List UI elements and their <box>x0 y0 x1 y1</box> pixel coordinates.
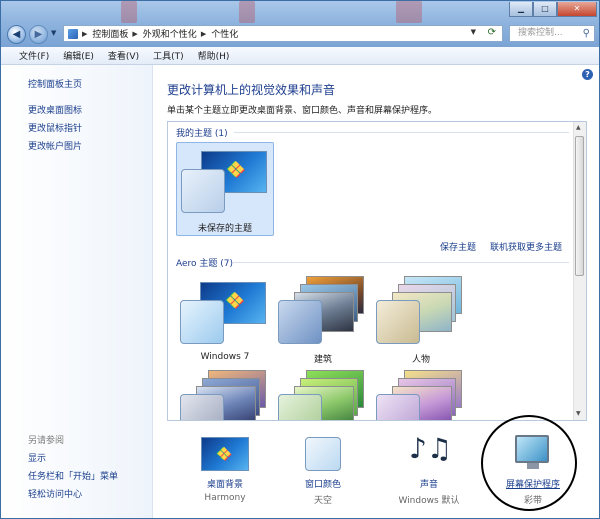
theme-color-swatch <box>278 300 322 344</box>
search-icon[interactable]: ⚲ <box>583 26 590 41</box>
sidebar-link-taskbar[interactable]: 任务栏和「开始」菜单 <box>28 469 118 482</box>
theme-characters[interactable]: 人物 <box>372 274 470 368</box>
theme-nature[interactable] <box>274 368 372 420</box>
theme-color-swatch <box>376 394 420 420</box>
control-panel-icon <box>68 28 78 39</box>
recent-pages-dropdown-icon[interactable]: ▼ <box>51 29 56 37</box>
aero-themes-heading[interactable]: Aero 主题 (7) <box>176 256 233 269</box>
control-panel-window: ◀ ▶ ▼ ▶ 控制面板 ▶ 外观和个性化 ▶ 个性化 ▼ ⟳ 搜索控制... … <box>0 0 600 519</box>
close-button[interactable]: ✕ <box>557 2 597 17</box>
get-more-themes-link[interactable]: 联机获取更多主题 <box>490 240 562 253</box>
theme-color-swatch <box>181 169 225 213</box>
sidebar-link-display[interactable]: 显示 <box>28 451 46 464</box>
help-icon[interactable]: ? <box>582 69 593 80</box>
maximize-button[interactable]: □ <box>533 2 557 17</box>
theme-list[interactable]: 我的主题 (1) ❖ 未保存的主题 保存主题 联机获取更多主题 Aero 主题 … <box>167 121 587 421</box>
search-input[interactable]: 搜索控制... ⚲ <box>509 25 595 42</box>
background-ghost-icon <box>239 1 255 23</box>
windows-logo-icon: ❖ <box>216 444 233 465</box>
page-subtitle: 单击某个主题立即更改桌面背景、窗口颜色、声音和屏幕保护程序。 <box>167 106 438 116</box>
address-dropdown-icon[interactable]: ▼ <box>471 28 476 36</box>
background-ghost-icon <box>121 1 137 23</box>
theme-label: Windows 7 <box>200 352 250 362</box>
theme-color-swatch <box>278 394 322 420</box>
title-bar: ◀ ▶ ▼ ▶ 控制面板 ▶ 外观和个性化 ▶ 个性化 ▼ ⟳ 搜索控制... … <box>1 1 599 47</box>
sidebar-link-desktop-icons[interactable]: 更改桌面图标 <box>28 103 82 116</box>
scroll-down-icon[interactable]: ▼ <box>576 410 581 417</box>
page-title: 更改计算机上的视觉效果和声音 <box>167 83 336 97</box>
breadcrumb-separator-icon[interactable]: ▶ <box>201 30 206 38</box>
window-color-tool[interactable]: 窗口颜色 天空 <box>273 433 373 513</box>
breadcrumb-appearance[interactable]: 外观和个性化 <box>143 27 197 40</box>
theme-unsaved[interactable]: ❖ 未保存的主题 <box>176 142 274 236</box>
menu-file[interactable]: 文件(F) <box>19 49 49 62</box>
background-ghost-icon <box>396 1 422 23</box>
theme-color-swatch <box>180 394 224 420</box>
refresh-icon[interactable]: ⟳ <box>488 27 496 38</box>
scroll-up-icon[interactable]: ▲ <box>576 124 581 131</box>
tool-value: Harmony <box>204 493 246 503</box>
breadcrumb-separator-icon[interactable]: ▶ <box>82 30 87 38</box>
sidebar-link-control-panel-home[interactable]: 控制面板主页 <box>28 77 82 90</box>
tool-name[interactable]: 桌面背景 <box>175 477 275 490</box>
theme-list-scrollbar[interactable]: ▲ ▼ <box>573 122 586 420</box>
address-bar[interactable]: ▶ 控制面板 ▶ 外观和个性化 ▶ 个性化 ▼ ⟳ <box>63 25 503 42</box>
group-divider <box>234 132 569 133</box>
theme-architecture[interactable]: 建筑 <box>274 274 372 368</box>
sounds-tool[interactable]: ♪♫ 声音 Windows 默认 <box>379 433 479 513</box>
tool-value: 天空 <box>313 496 332 506</box>
scrollbar-thumb[interactable] <box>575 136 584 276</box>
highlight-circle-annotation <box>481 415 577 511</box>
save-theme-link[interactable]: 保存主题 <box>440 240 476 253</box>
windows-logo-icon: ❖ <box>225 289 245 314</box>
menu-tools[interactable]: 工具(T) <box>153 49 184 62</box>
theme-label: 人物 <box>411 355 430 365</box>
theme-color-swatch <box>180 300 224 344</box>
minimize-button[interactable]: ▁ <box>509 2 533 17</box>
tool-name[interactable]: 窗口颜色 <box>273 477 373 490</box>
see-also-heading: 另请参阅 <box>28 436 65 446</box>
menu-edit[interactable]: 编辑(E) <box>63 49 94 62</box>
sidebar-link-mouse-pointers[interactable]: 更改鼠标指针 <box>28 121 82 134</box>
breadcrumb-separator-icon[interactable]: ▶ <box>132 30 137 38</box>
menu-bar: 文件(F) 编辑(E) 查看(V) 工具(T) 帮助(H) <box>1 47 599 65</box>
sidebar-link-account-picture[interactable]: 更改帐户图片 <box>28 139 82 152</box>
desktop-background-tool[interactable]: ❖ 桌面背景 Harmony <box>175 433 275 513</box>
tool-name[interactable]: 声音 <box>379 477 479 490</box>
theme-landscapes[interactable] <box>176 368 274 420</box>
back-button[interactable]: ◀ <box>7 25 26 44</box>
sidebar-link-ease-of-access[interactable]: 轻松访问中心 <box>28 487 82 500</box>
theme-windows7[interactable]: ❖ Windows 7 <box>176 274 274 368</box>
breadcrumb-control-panel[interactable]: 控制面板 <box>92 27 128 40</box>
menu-view[interactable]: 查看(V) <box>108 49 139 62</box>
windows-logo-icon: ❖ <box>226 158 246 183</box>
theme-label: 建筑 <box>313 355 332 365</box>
menu-help[interactable]: 帮助(H) <box>198 49 230 62</box>
breadcrumb-personalization[interactable]: 个性化 <box>211 27 238 40</box>
sidebar: 控制面板主页 更改桌面图标 更改鼠标指针 更改帐户图片 另请参阅 显示 任务栏和… <box>1 65 153 518</box>
group-divider <box>232 262 569 263</box>
forward-button[interactable]: ▶ <box>29 25 48 44</box>
theme-color-swatch <box>376 300 420 344</box>
sounds-icon: ♪♫ <box>409 432 452 465</box>
window-controls: ▁ □ ✕ <box>509 2 597 17</box>
window-color-icon <box>305 437 341 471</box>
search-placeholder: 搜索控制... <box>518 28 563 38</box>
tool-value: Windows 默认 <box>398 496 460 506</box>
desktop-background-icon: ❖ <box>201 437 249 471</box>
theme-label: 未保存的主题 <box>197 224 252 234</box>
my-themes-heading[interactable]: 我的主题 (1) <box>176 126 228 139</box>
theme-scenes[interactable] <box>372 368 470 420</box>
